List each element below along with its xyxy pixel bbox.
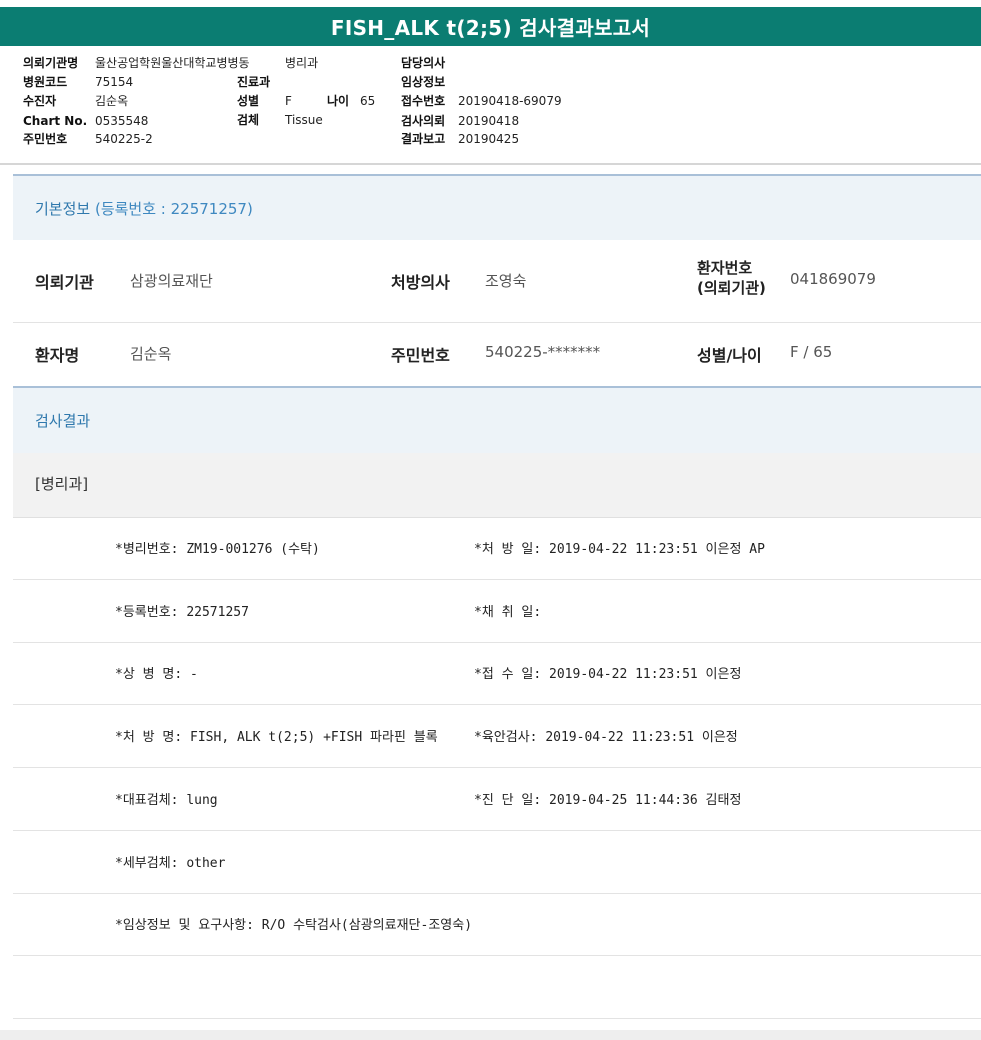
chart-no-label: Chart No. xyxy=(23,114,88,128)
prescribing-doctor-value: 조영숙 xyxy=(485,272,527,290)
patient-name-label: 환자명 xyxy=(35,346,80,365)
examinee-label: 수진자 xyxy=(23,94,57,108)
institution-value: 삼광의료재단 xyxy=(130,272,213,290)
report-header: 의뢰기관명 울산공업학원울산대학교병병동 병리과 병원코드 75154 수진자 … xyxy=(0,46,981,165)
department-band: [병리과] xyxy=(13,453,981,518)
sex-age-value: F / 65 xyxy=(790,343,833,361)
receipt-no-value: 20190418-69079 xyxy=(458,94,562,108)
test-request-label: 검사의뢰 xyxy=(401,114,446,128)
age-value: 65 xyxy=(360,94,376,108)
institution-name-label: 의뢰기관명 xyxy=(23,56,79,70)
institution-label: 의뢰기관 xyxy=(35,273,94,292)
specimen-value: Tissue xyxy=(285,113,323,127)
age-label: 나이 xyxy=(327,94,350,108)
prescribing-doctor-label: 처방의사 xyxy=(391,273,450,292)
patient-number-sublabel: (의뢰기관) xyxy=(697,279,766,297)
patient-number-label: 환자번호 xyxy=(697,259,753,277)
basic-info-row-1: 의뢰기관 삼광의료재단 처방의사 조영숙 환자번호 (의뢰기관) 0418690… xyxy=(13,240,981,323)
result-row xyxy=(13,956,981,1019)
result-left-text: *임상정보 및 요구사항: R/O 수탁검사(삼광의료재단-조영숙) xyxy=(115,918,473,933)
result-left-text: *처 방 명: FISH, ALK t(2;5) +FISH 파라핀 블록 xyxy=(115,730,438,745)
result-right-text: *진 단 일: 2019-04-25 11:44:36 김태정 xyxy=(474,793,742,808)
sex-label: 성별 xyxy=(237,94,260,108)
result-left-text: *상 병 명: - xyxy=(115,667,198,682)
specimen-label: 검체 xyxy=(237,113,260,127)
result-right-text: *육안검사: 2019-04-22 11:23:51 이은정 xyxy=(474,730,738,745)
basic-info-title: 기본정보 xyxy=(35,200,91,218)
resident-number-value: 540225-******* xyxy=(485,343,601,361)
result-row: *세부검체: other xyxy=(13,831,981,894)
result-row: *임상정보 및 요구사항: R/O 수탁검사(삼광의료재단-조영숙) xyxy=(13,893,981,956)
result-row: *상 병 명: - *접 수 일: 2019-04-22 11:23:51 이은… xyxy=(13,642,981,705)
hospital-code-label: 병원코드 xyxy=(23,75,68,89)
examinee-value: 김순옥 xyxy=(95,94,129,108)
basic-info-row-2: 환자명 김순옥 주민번호 540225-******* 성별/나이 F / 65 xyxy=(13,323,981,385)
rrn-label: 주민번호 xyxy=(23,132,68,146)
report-title: FISH_ALK t(2;5) 검사결과보고서 xyxy=(0,7,981,46)
result-right-text: *채 취 일: xyxy=(474,605,542,620)
result-right-text: *처 방 일: 2019-04-22 11:23:51 이은정 AP xyxy=(474,542,765,557)
institution-name-value: 울산공업학원울산대학교병병동 xyxy=(95,56,250,70)
sex-age-label: 성별/나이 xyxy=(697,346,762,365)
result-row: *병리번호: ZM19-001276 (수탁) *처 방 일: 2019-04-… xyxy=(13,517,981,580)
department-label-text: [병리과] xyxy=(35,475,89,493)
basic-info-section-header: 기본정보 (등록번호 : 22571257) xyxy=(13,174,981,240)
results-section-header: 검사결과 xyxy=(13,386,981,453)
result-report-label: 결과보고 xyxy=(401,132,446,146)
result-right-text: *접 수 일: 2019-04-22 11:23:51 이은정 xyxy=(474,667,742,682)
receipt-no-label: 접수번호 xyxy=(401,94,446,108)
rrn-value: 540225-2 xyxy=(95,132,153,146)
result-row: *등록번호: 22571257 *채 취 일: xyxy=(13,580,981,643)
ward-value: 병리과 xyxy=(285,56,319,70)
patient-number-value: 041869079 xyxy=(790,270,876,288)
footer-strip xyxy=(0,1030,981,1040)
resident-number-label: 주민번호 xyxy=(391,346,450,365)
department-label: 진료과 xyxy=(237,75,271,89)
result-left-text: *등록번호: 22571257 xyxy=(115,605,249,620)
attending-doctor-label: 담당의사 xyxy=(401,56,446,70)
result-left-text: *대표검체: lung xyxy=(115,793,218,808)
chart-no-value: 0535548 xyxy=(95,114,149,128)
result-row: *대표검체: lung *진 단 일: 2019-04-25 11:44:36 … xyxy=(13,768,981,831)
patient-name-value: 김순옥 xyxy=(130,345,172,363)
clinical-info-label: 임상정보 xyxy=(401,75,446,89)
result-report-value: 20190425 xyxy=(458,132,520,146)
registration-number-text: (등록번호 : 22571257) xyxy=(94,200,253,218)
hospital-code-value: 75154 xyxy=(95,75,134,89)
result-left-text: *세부검체: other xyxy=(115,856,226,871)
sex-value: F xyxy=(285,94,292,108)
results-title: 검사결과 xyxy=(35,412,91,430)
result-row: *처 방 명: FISH, ALK t(2;5) +FISH 파라핀 블록 *육… xyxy=(13,705,981,768)
test-request-value: 20190418 xyxy=(458,114,520,128)
result-left-text: *병리번호: ZM19-001276 (수탁) xyxy=(115,542,320,557)
